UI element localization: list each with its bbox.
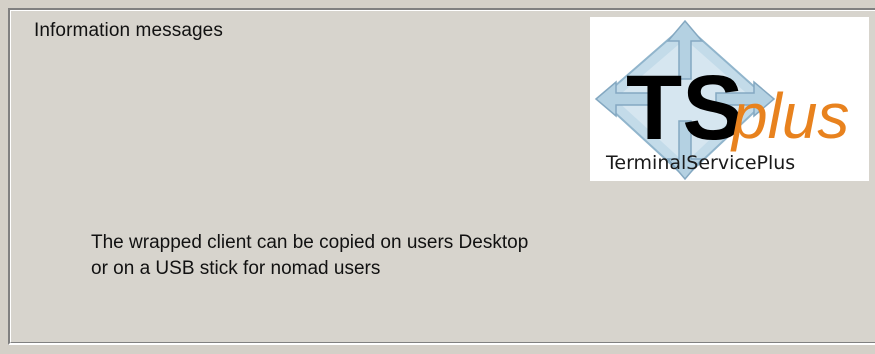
panel-title: Information messages (34, 20, 223, 41)
info-message: The wrapped client can be copied on user… (91, 230, 528, 282)
logo-brand-accent: plus (730, 80, 849, 152)
logo-subtitle: TerminalServicePlus (605, 152, 795, 174)
info-message-line-2: or on a USB stick for nomad users (91, 258, 381, 279)
info-message-line-1: The wrapped client can be copied on user… (91, 232, 529, 253)
logo-brand-main: TS (626, 57, 744, 159)
tsplus-logo: TS plus TerminalServicePlus (590, 17, 869, 181)
information-panel: Information messages TS plus TerminalSer… (0, 0, 875, 354)
tsplus-logo-graphic: TS plus TerminalServicePlus (594, 19, 849, 181)
